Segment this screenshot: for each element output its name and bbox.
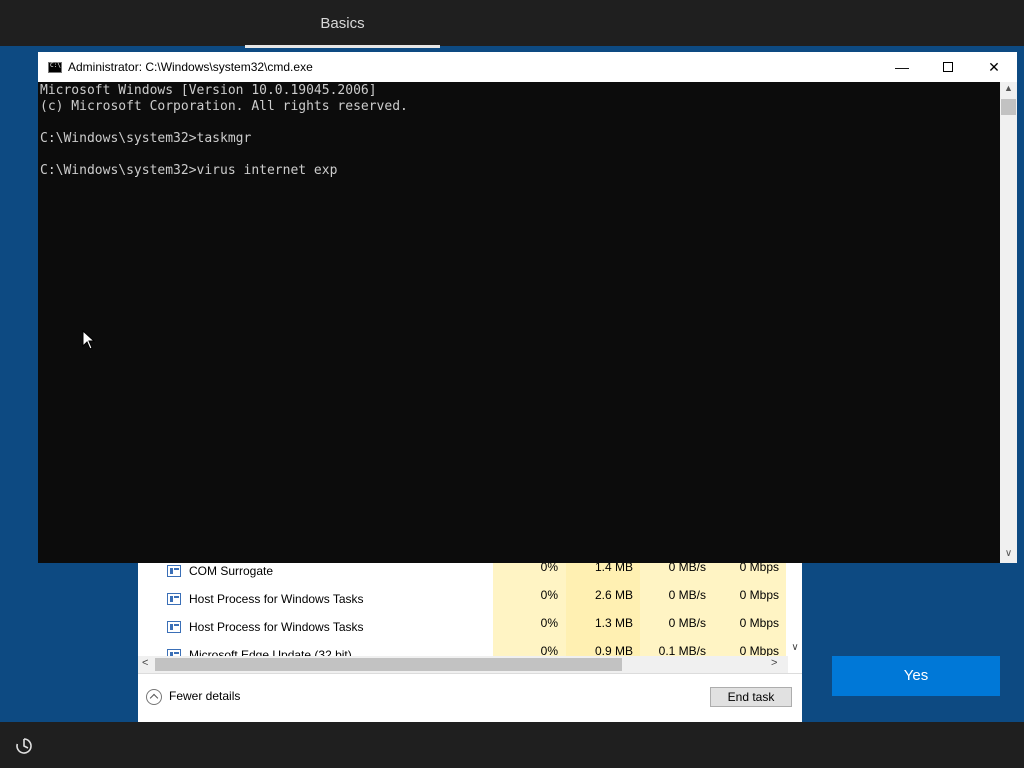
- disk-cell: 0.1 MB/s: [640, 641, 713, 656]
- process-row[interactable]: Host Process for Windows Tasks 0% 2.6 MB…: [138, 585, 802, 613]
- minimize-button[interactable]: —: [879, 52, 925, 82]
- scroll-right-arrow-icon[interactable]: >: [771, 657, 777, 669]
- maximize-icon: [943, 62, 953, 72]
- cpu-cell: 0%: [493, 585, 566, 613]
- cpu-cell: 0%: [493, 641, 566, 656]
- accessibility-icon[interactable]: [14, 736, 34, 756]
- tab-active-indicator: [245, 45, 440, 48]
- console-line: C:\Windows\system32>taskmgr: [40, 131, 252, 146]
- network-cell: 0 Mbps: [713, 613, 786, 641]
- cmd-window: Administrator: C:\Windows\system32\cmd.e…: [38, 52, 1017, 563]
- process-icon: [167, 565, 181, 577]
- footer-divider: [138, 673, 802, 674]
- memory-cell: 2.6 MB: [566, 585, 640, 613]
- cpu-cell: 0%: [493, 613, 566, 641]
- process-name: Host Process for Windows Tasks: [189, 620, 364, 634]
- cmd-vertical-scrollbar[interactable]: ▲ ∨: [1000, 82, 1017, 563]
- process-icon: [167, 593, 181, 605]
- maximize-button[interactable]: [925, 52, 971, 82]
- minimize-icon: —: [895, 59, 909, 75]
- memory-cell: 1.3 MB: [566, 613, 640, 641]
- mouse-pointer-icon: [82, 330, 96, 350]
- process-icon: [167, 621, 181, 633]
- end-task-button[interactable]: End task: [710, 687, 792, 707]
- process-name: Host Process for Windows Tasks: [189, 592, 364, 606]
- memory-cell: 0.9 MB: [566, 641, 640, 656]
- oobe-bottom-bar: [0, 722, 1024, 768]
- cmd-title-bar[interactable]: Administrator: C:\Windows\system32\cmd.e…: [38, 52, 1017, 82]
- process-name: Microsoft Edge Update (32 bit): [189, 648, 352, 656]
- disk-cell: 0 MB/s: [640, 613, 713, 641]
- scroll-down-arrow-icon[interactable]: ∨: [789, 642, 801, 654]
- console-input-line[interactable]: C:\Windows\system32>virus internet exp: [40, 163, 999, 179]
- process-row-clip: Microsoft Edge Update (32 bit) 0% 0.9 MB…: [138, 641, 788, 656]
- fewer-details-link[interactable]: Fewer details: [146, 689, 240, 705]
- horizontal-scrollbar[interactable]: < >: [138, 656, 788, 673]
- process-name: COM Surrogate: [189, 564, 274, 578]
- chevron-up-icon: [146, 689, 162, 705]
- close-button[interactable]: ✕: [971, 52, 1017, 82]
- horizontal-scroll-thumb[interactable]: [155, 658, 622, 671]
- console-line: Microsoft Windows [Version 10.0.19045.20…: [40, 83, 377, 98]
- scroll-up-arrow-icon[interactable]: ▲: [1000, 83, 1017, 93]
- tab-basics: Basics: [320, 15, 365, 32]
- oobe-top-bar: Basics: [0, 0, 1024, 48]
- console-line: (c) Microsoft Corporation. All rights re…: [40, 99, 408, 114]
- cmd-app-icon: [48, 62, 62, 73]
- fewer-details-label: Fewer details: [169, 689, 241, 704]
- scroll-down-arrow-icon[interactable]: ∨: [1000, 548, 1017, 559]
- task-manager-window: COM Surrogate 0% 1.4 MB 0 MB/s 0 Mbps Ho…: [138, 557, 802, 722]
- yes-button[interactable]: Yes: [832, 656, 1000, 696]
- process-icon: [167, 649, 181, 656]
- console-output[interactable]: Microsoft Windows [Version 10.0.19045.20…: [40, 83, 999, 561]
- process-row[interactable]: Host Process for Windows Tasks 0% 1.3 MB…: [138, 613, 802, 641]
- cmd-scroll-thumb[interactable]: [1001, 99, 1016, 115]
- disk-cell: 0 MB/s: [640, 585, 713, 613]
- network-cell: 0 Mbps: [713, 641, 786, 656]
- cmd-window-title: Administrator: C:\Windows\system32\cmd.e…: [68, 60, 313, 74]
- process-row[interactable]: Microsoft Edge Update (32 bit) 0% 0.9 MB…: [138, 641, 788, 656]
- close-icon: ✕: [988, 59, 1000, 75]
- scroll-left-arrow-icon[interactable]: <: [142, 657, 148, 669]
- network-cell: 0 Mbps: [713, 585, 786, 613]
